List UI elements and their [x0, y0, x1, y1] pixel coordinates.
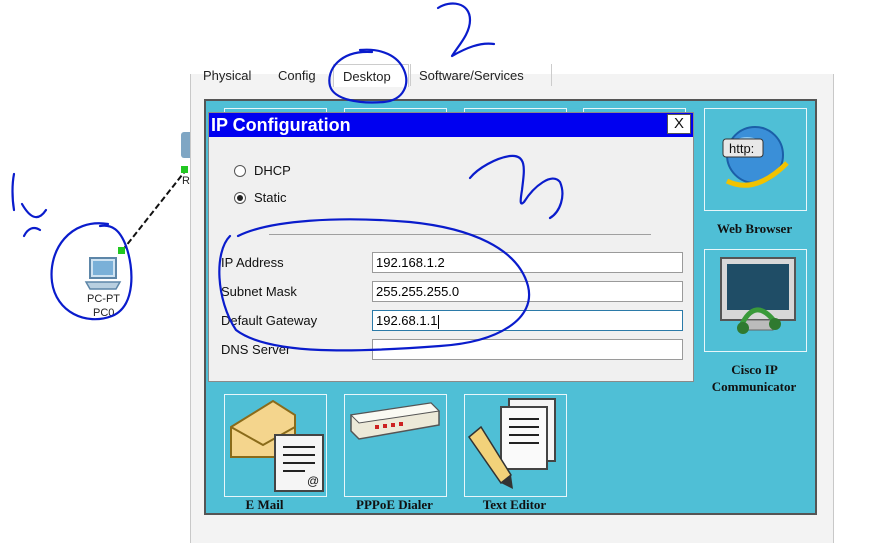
pc-type-label: PC-PT	[87, 293, 120, 305]
network-link	[118, 166, 188, 254]
dns-server-label: DNS Server	[221, 342, 291, 357]
envelope-icon: @	[230, 399, 324, 492]
pppoe-dialer-app[interactable]	[344, 394, 447, 497]
dhcp-radio[interactable]	[234, 165, 246, 177]
pc-name-label: PC0	[93, 307, 115, 319]
tab-desktop[interactable]: Desktop	[333, 64, 409, 87]
cisco-ip-communicator-app[interactable]	[704, 249, 807, 352]
http-text: http:	[729, 141, 754, 156]
ip-config-dialog: IP Configuration X DHCP Static IP Addres…	[208, 112, 694, 382]
close-button[interactable]: X	[667, 114, 691, 134]
pppoe-label: PPPoE Dialer	[356, 497, 433, 512]
cisco-ip-label-1: Cisco IP	[731, 362, 778, 377]
email-label: E Mail	[245, 497, 284, 512]
email-app[interactable]: @	[224, 394, 327, 497]
close-icon: X	[673, 115, 684, 132]
computer-icon	[84, 257, 122, 290]
modem-icon	[349, 402, 441, 440]
notepad-pencil-icon	[467, 398, 556, 489]
tab-config[interactable]: Config	[268, 64, 328, 86]
web-browser-icon: http:	[722, 126, 789, 188]
default-gateway-input[interactable]: 192.68.1.1	[372, 310, 683, 331]
ip-address-input[interactable]: 192.168.1.2	[372, 252, 683, 273]
static-label: Static	[254, 190, 287, 205]
ip-address-label: IP Address	[221, 255, 284, 270]
web-browser-app[interactable]: http:	[704, 108, 807, 211]
default-gateway-label: Default Gateway	[221, 313, 318, 328]
svg-text:@: @	[307, 474, 319, 488]
dhcp-label: DHCP	[254, 163, 291, 178]
separator	[269, 234, 651, 235]
dns-server-input[interactable]	[372, 339, 683, 360]
tab-physical[interactable]: Physical	[195, 64, 265, 86]
ip-config-title: IP Configuration	[211, 115, 351, 135]
ip-config-titlebar: IP Configuration	[209, 113, 693, 137]
text-cursor	[438, 314, 440, 329]
text-editor-label: Text Editor	[482, 497, 547, 512]
monitor-headset-icon	[720, 257, 796, 334]
subnet-mask-input[interactable]: 255.255.255.0	[372, 281, 683, 302]
cisco-ip-label-2: Communicator	[711, 379, 797, 394]
text-editor-app[interactable]	[464, 394, 567, 497]
static-radio[interactable]	[234, 192, 246, 204]
subnet-mask-label: Subnet Mask	[221, 284, 297, 299]
topology-canvas: Ro PC-PT PC0	[0, 0, 196, 543]
annotation-number-2	[436, 2, 496, 58]
tab-software-services[interactable]: Software/Services	[410, 64, 552, 86]
pc-icon[interactable]	[84, 256, 124, 292]
web-browser-label: Web Browser	[716, 221, 793, 236]
